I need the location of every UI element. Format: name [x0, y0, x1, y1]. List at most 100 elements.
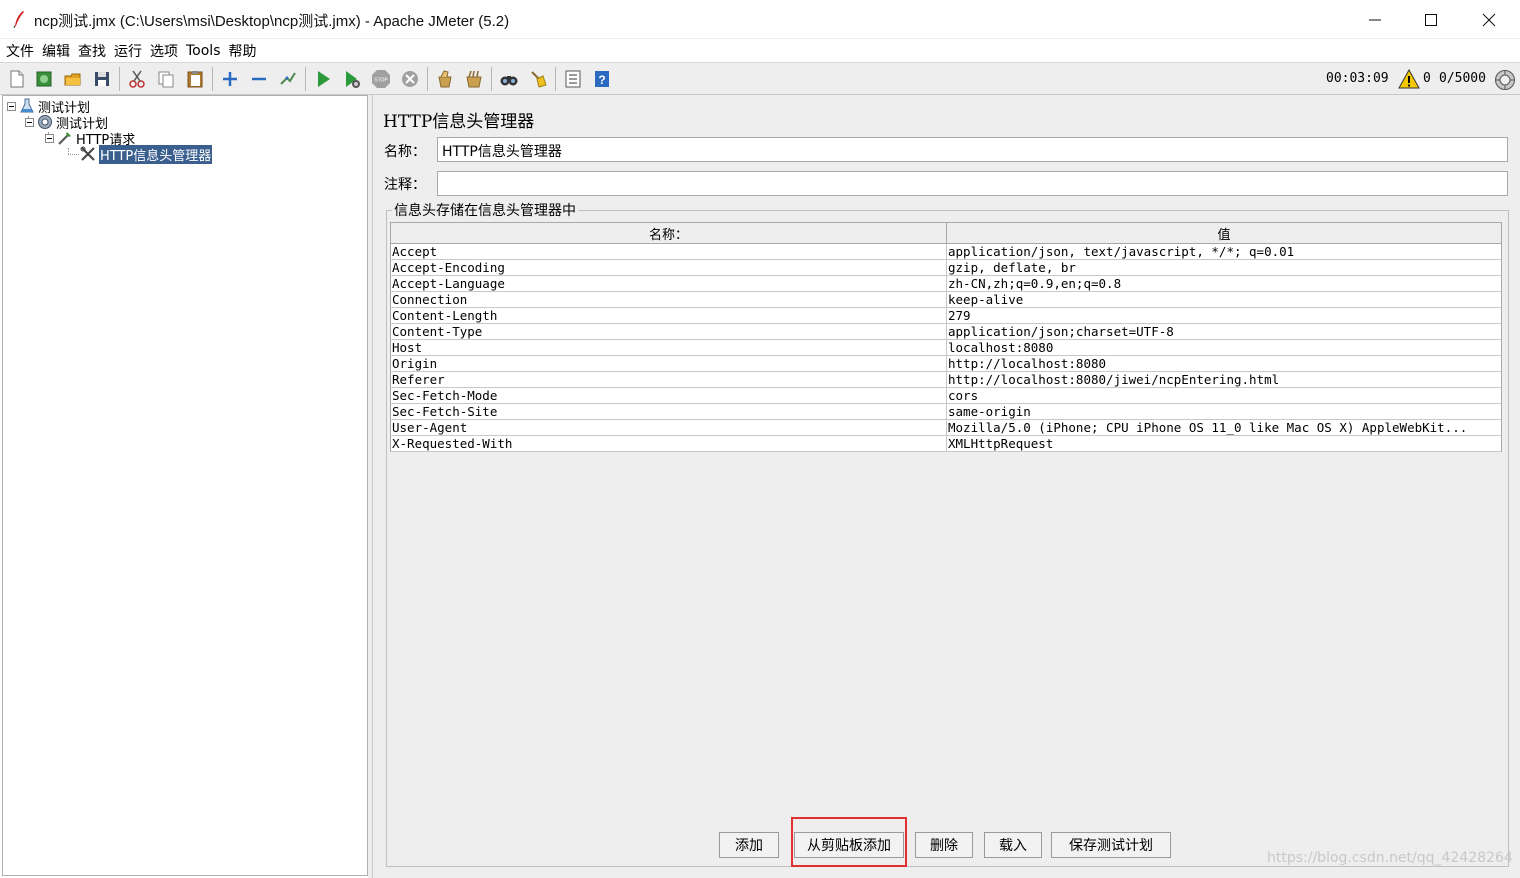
maximize-button[interactable]: [1402, 0, 1460, 39]
start-no-pause-button[interactable]: [341, 68, 363, 90]
table-row[interactable]: Accept-Encoding gzip, deflate, br: [390, 260, 1502, 276]
table-row[interactable]: Sec-Fetch-Mode cors: [390, 388, 1502, 404]
thread-group-icon: [38, 115, 52, 129]
save-test-plan-button[interactable]: 保存测试计划: [1051, 832, 1171, 858]
close-icon: [1482, 13, 1496, 26]
test-plan-tree[interactable]: 测试计划 测试计划 HTTP请求 HTTP信息头管理器: [2, 95, 368, 876]
start-button[interactable]: [312, 68, 334, 90]
shutdown-button[interactable]: [399, 68, 421, 90]
paste-button[interactable]: [184, 68, 206, 90]
headers-table[interactable]: 名称： 值 Accept application/json, text/javas…: [390, 222, 1502, 452]
toggle-button[interactable]: [277, 68, 299, 90]
table-row[interactable]: Origin http://localhost:8080: [390, 356, 1502, 372]
table-row[interactable]: Content-Type application/json;charset=UTF…: [390, 324, 1502, 340]
menu-help[interactable]: 帮助: [229, 41, 257, 61]
templates-icon: [36, 71, 52, 87]
collapse-toggle[interactable]: [7, 101, 16, 111]
clear-all-button[interactable]: [463, 68, 485, 90]
menu-run[interactable]: 运行: [114, 41, 142, 61]
function-helper-button[interactable]: [562, 68, 584, 90]
cell-name[interactable]: Sec-Fetch-Site: [391, 404, 947, 419]
open-button[interactable]: [62, 68, 84, 90]
add-button[interactable]: 添加: [719, 832, 779, 858]
cell-value[interactable]: http://localhost:8080: [947, 356, 1501, 371]
new-button[interactable]: [6, 68, 28, 90]
menu-edit[interactable]: 编辑: [42, 41, 70, 61]
copy-icon: [158, 71, 174, 88]
table-row[interactable]: Host localhost:8080: [390, 340, 1502, 356]
cell-name[interactable]: Host: [391, 340, 947, 355]
cell-value[interactable]: application/json;charset=UTF-8: [947, 324, 1501, 339]
templates-button[interactable]: [33, 68, 55, 90]
start-no-pause-icon: [346, 71, 360, 88]
cell-name[interactable]: Content-Type: [391, 324, 947, 339]
cell-value[interactable]: Mozilla/5.0 (iPhone; CPU iPhone OS 11_0 …: [947, 420, 1501, 435]
load-button[interactable]: 载入: [984, 832, 1042, 858]
menu-options[interactable]: 选项: [150, 41, 178, 61]
cell-value[interactable]: 279: [947, 308, 1501, 323]
cut-button[interactable]: [126, 68, 148, 90]
save-icon: [95, 72, 109, 86]
remote-status-icon: [1495, 70, 1515, 90]
collapse-toggle[interactable]: [25, 117, 34, 127]
cell-name[interactable]: Origin: [391, 356, 947, 371]
expand-icon: [223, 72, 237, 86]
menu-file[interactable]: 文件: [6, 41, 34, 61]
cell-value[interactable]: http://localhost:8080/jiwei/ncpEntering.…: [947, 372, 1501, 387]
test-plan-icon: [20, 98, 34, 113]
column-header-name[interactable]: 名称：: [391, 223, 947, 243]
collapse-all-button[interactable]: [248, 68, 270, 90]
help-button[interactable]: ?: [591, 68, 613, 90]
minimize-button[interactable]: [1346, 0, 1404, 39]
cell-name[interactable]: X-Requested-With: [391, 436, 947, 451]
cell-value[interactable]: gzip, deflate, br: [947, 260, 1501, 275]
warning-icon[interactable]: [1398, 69, 1420, 89]
collapse-toggle[interactable]: [45, 133, 54, 143]
cell-value[interactable]: same-origin: [947, 404, 1501, 419]
tree-label-selected: HTTP信息头管理器: [99, 144, 213, 164]
cell-value[interactable]: localhost:8080: [947, 340, 1501, 355]
save-button[interactable]: [91, 68, 113, 90]
clear-button[interactable]: [434, 68, 456, 90]
cell-value[interactable]: XMLHttpRequest: [947, 436, 1501, 451]
config-element-icon: [80, 146, 95, 161]
stop-button[interactable]: STOP: [370, 68, 392, 90]
column-header-value[interactable]: 值: [947, 223, 1501, 243]
reset-search-button[interactable]: [527, 68, 549, 90]
cell-name[interactable]: User-Agent: [391, 420, 947, 435]
name-label: 名称：: [384, 144, 426, 160]
expand-all-button[interactable]: [219, 68, 241, 90]
table-row[interactable]: Sec-Fetch-Site same-origin: [390, 404, 1502, 420]
page-title: HTTP信息头管理器: [383, 112, 535, 132]
table-row[interactable]: Accept-Language zh-CN,zh;q=0.9,en;q=0.8: [390, 276, 1502, 292]
menu-tools[interactable]: Tools: [186, 43, 221, 59]
delete-button[interactable]: 删除: [915, 832, 973, 858]
menu-search[interactable]: 查找: [78, 41, 106, 61]
cell-name[interactable]: Accept: [391, 244, 947, 259]
cell-name[interactable]: Accept-Language: [391, 276, 947, 291]
cell-value[interactable]: zh-CN,zh;q=0.9,en;q=0.8: [947, 276, 1501, 291]
window-title: ncp测试.jmx (C:\Users\msi\Desktop\ncp测试.jm…: [34, 13, 510, 30]
table-row[interactable]: Accept application/json, text/javascript,…: [390, 244, 1502, 260]
copy-button[interactable]: [155, 68, 177, 90]
cell-value[interactable]: application/json, text/javascript, */*; …: [947, 244, 1501, 259]
comment-field[interactable]: [437, 171, 1508, 196]
table-row[interactable]: User-Agent Mozilla/5.0 (iPhone; CPU iPhon…: [390, 420, 1502, 436]
cell-name[interactable]: Accept-Encoding: [391, 260, 947, 275]
name-field[interactable]: HTTP信息头管理器: [437, 137, 1508, 162]
cell-value[interactable]: keep-alive: [947, 292, 1501, 307]
cell-value[interactable]: cors: [947, 388, 1501, 403]
cell-name[interactable]: Content-Length: [391, 308, 947, 323]
cell-name[interactable]: Connection: [391, 292, 947, 307]
table-row[interactable]: Content-Length 279: [390, 308, 1502, 324]
tree-node-header-manager[interactable]: HTTP信息头管理器: [80, 144, 213, 164]
table-row[interactable]: X-Requested-With XMLHttpRequest: [390, 436, 1502, 452]
table-row[interactable]: Connection keep-alive: [390, 292, 1502, 308]
close-button[interactable]: [1460, 0, 1518, 39]
cell-name[interactable]: Sec-Fetch-Mode: [391, 388, 947, 403]
elapsed-time: 00:03:09: [1326, 71, 1389, 86]
cell-name[interactable]: Referer: [391, 372, 947, 387]
table-row[interactable]: Referer http://localhost:8080/jiwei/ncpEn…: [390, 372, 1502, 388]
title-bar: ncp测试.jmx (C:\Users\msi\Desktop\ncp测试.jm…: [0, 0, 1520, 39]
search-button[interactable]: [498, 68, 520, 90]
